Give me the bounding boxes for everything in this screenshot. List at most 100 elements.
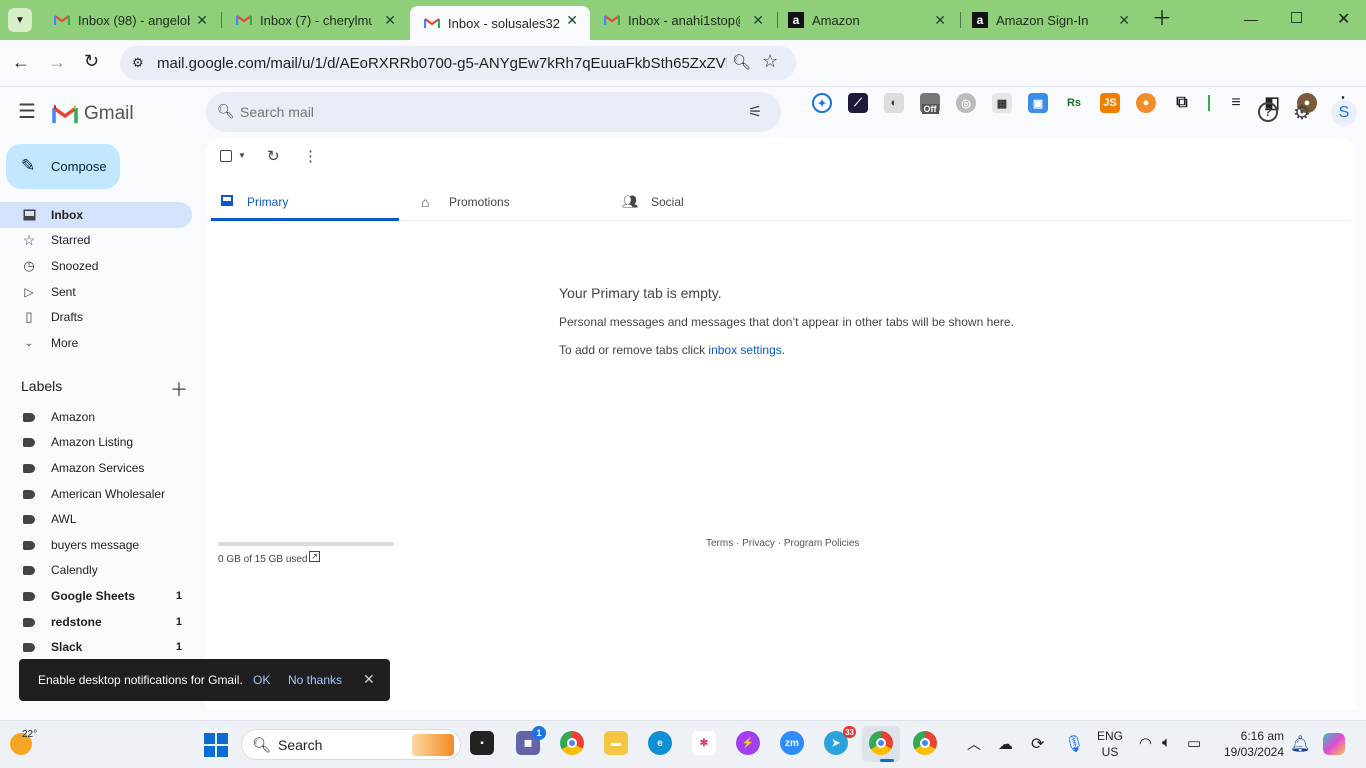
tab-social[interactable]: 👥︎ Social (614, 184, 804, 221)
bookmark-star-icon[interactable]: ☆ (762, 51, 778, 72)
external-link-icon[interactable]: ↗ (309, 551, 320, 562)
label-item[interactable]: Slack 1 (0, 634, 192, 660)
label-item[interactable]: buyers message (0, 532, 192, 558)
extension-blue-icon[interactable]: ▣ (1028, 93, 1048, 113)
extension-1-icon[interactable]: ✦ (812, 93, 832, 113)
reload-button[interactable]: ↻ (84, 51, 99, 72)
more-actions-icon[interactable]: ⋮ (303, 147, 318, 165)
close-window-button[interactable]: ✕ (1337, 9, 1350, 29)
wifi-icon[interactable]: ◠ (1139, 734, 1152, 752)
close-icon[interactable]: ✕ (1118, 12, 1130, 29)
nav-item-snoozed[interactable]: ◷ Snoozed (0, 253, 192, 279)
show-hidden-icons-chevron[interactable]: ︿ (967, 734, 981, 754)
chrome-icon[interactable] (560, 731, 584, 755)
edge-icon[interactable]: e (648, 731, 672, 755)
chrome-profile-2-icon[interactable] (913, 731, 937, 755)
label-item[interactable]: AWL (0, 506, 192, 532)
teams-icon[interactable]: ◼ 1 (516, 726, 546, 755)
qr-extension-icon[interactable]: ▦ (992, 93, 1012, 113)
close-icon[interactable]: ✕ (363, 671, 375, 688)
select-all-checkbox[interactable] (220, 150, 232, 162)
forward-button[interactable]: → (48, 52, 66, 73)
telegram-icon[interactable]: ➤ 33 (824, 726, 856, 755)
messenger-icon[interactable]: ⚡ (736, 731, 760, 755)
orange-extension-icon[interactable]: ● (1136, 93, 1156, 113)
inbox-settings-link[interactable]: inbox settings (708, 343, 781, 357)
puzzle-extensions-icon[interactable]: ⧉ (1172, 93, 1192, 113)
new-tab-button[interactable]: ＋ (1152, 9, 1172, 29)
extension-off-icon[interactable]: Off (920, 93, 940, 114)
sync-icon[interactable]: ⟳ (1031, 734, 1044, 754)
browser-tab-3-active[interactable]: Inbox - solusales32@ ✕ (410, 6, 590, 40)
account-avatar[interactable]: S (1331, 100, 1357, 126)
search-bar[interactable]: 🔍︎ ⚟ (206, 92, 781, 132)
label-item[interactable]: American Wholesaler (0, 481, 192, 507)
tab-promotions[interactable]: ⌂ Promotions (411, 184, 601, 221)
search-icon[interactable]: 🔍︎ (217, 103, 235, 120)
program-policies-link[interactable]: Program Policies (784, 538, 860, 549)
help-icon[interactable]: ? (1258, 102, 1278, 122)
settings-gear-icon[interactable]: ⚙ (1293, 100, 1311, 125)
minimize-button[interactable]: — (1244, 11, 1258, 27)
task-view-icon[interactable]: ▪ (470, 731, 494, 755)
back-button[interactable]: ← (12, 52, 30, 73)
label-item[interactable]: Amazon Services (0, 455, 192, 481)
zoom-icon[interactable]: zm (780, 731, 804, 755)
js-extension-icon[interactable]: JS (1100, 93, 1120, 113)
volume-icon[interactable]: 🔈︎ (1162, 734, 1171, 751)
zoom-search-icon[interactable]: 🔍︎ (732, 53, 751, 71)
site-info-icon[interactable]: ⚙ (132, 55, 144, 71)
close-icon[interactable]: ✕ (196, 12, 208, 29)
search-input[interactable] (240, 100, 720, 124)
nav-item-sent[interactable]: ▷ Sent (0, 279, 192, 305)
label-item[interactable]: Calendly (0, 557, 192, 583)
privacy-link[interactable]: Privacy (742, 538, 775, 549)
language-indicator[interactable]: ENG US (1097, 729, 1123, 759)
snackbar-no-thanks-button[interactable]: No thanks (288, 673, 342, 687)
label-item[interactable]: Google Sheets 1 (0, 583, 192, 609)
add-label-button[interactable]: ＋ (170, 376, 188, 402)
microphone-icon[interactable]: 🎙︎ (1064, 734, 1084, 754)
label-item[interactable]: Amazon (0, 404, 192, 430)
nav-item-more[interactable]: ⌄ More (0, 330, 192, 356)
search-options-icon[interactable]: ⚟ (748, 102, 762, 122)
main-menu-icon[interactable]: ☰ (18, 102, 36, 122)
close-icon[interactable]: ✕ (566, 12, 578, 29)
gmail-logo[interactable]: Gmail (52, 103, 134, 125)
close-icon[interactable]: ✕ (384, 12, 396, 29)
restore-button[interactable] (1291, 12, 1302, 23)
address-bar[interactable]: ⚙ mail.google.com/mail/u/1/d/AEoRXRRb070… (120, 46, 796, 80)
browser-tab-6[interactable]: a Amazon Sign-In ✕ (958, 0, 1142, 40)
browser-tab-4[interactable]: Inbox - anahi1stop@ ✕ (590, 0, 776, 40)
browser-tab-2[interactable]: Inbox (7) - cherylmur ✕ (222, 0, 408, 40)
browser-tab-5[interactable]: a Amazon ✕ (774, 0, 958, 40)
tab-primary[interactable]: Primary (211, 184, 399, 221)
snackbar-ok-button[interactable]: OK (253, 673, 270, 687)
refresh-icon[interactable]: ↻ (267, 147, 280, 165)
copilot-icon[interactable] (1323, 733, 1345, 755)
clock[interactable]: 6:16 am 19/03/2024 (1222, 729, 1284, 759)
close-icon[interactable]: ✕ (934, 12, 946, 29)
taskbar-search-box[interactable]: 🔍︎ Search (241, 729, 461, 760)
battery-icon[interactable]: ▭ (1187, 734, 1201, 752)
tab-search-button[interactable]: ▼ (8, 8, 32, 32)
label-item[interactable]: redstone 1 (0, 609, 192, 635)
select-dropdown-icon[interactable]: ▼ (238, 151, 246, 160)
chrome-profile-icon[interactable] (869, 731, 893, 755)
extension-3-icon[interactable]: ◐ (884, 93, 904, 113)
browser-tab-1[interactable]: Inbox (98) - angeloba ✕ (40, 0, 220, 40)
label-item[interactable]: Amazon Listing (0, 429, 192, 455)
globe-extension-icon[interactable]: ◎ (956, 93, 976, 113)
extension-2-icon[interactable]: ⟋ (848, 93, 868, 113)
slack-icon[interactable]: ✻ (692, 731, 716, 755)
nav-item-drafts[interactable]: ▯ Drafts (0, 304, 192, 330)
terms-link[interactable]: Terms (706, 538, 733, 549)
close-icon[interactable]: ✕ (752, 12, 764, 29)
windows-start-icon[interactable] (204, 733, 228, 757)
nav-item-inbox[interactable]: Inbox (0, 202, 192, 228)
compose-button[interactable]: ✎ Compose (6, 144, 120, 189)
notification-bell-icon[interactable]: 🔔︎ (1290, 734, 1310, 754)
media-control-icon[interactable]: ≡ (1226, 93, 1246, 113)
rs-extension-icon[interactable]: Rs (1064, 93, 1084, 113)
nav-item-starred[interactable]: ☆ Starred (0, 227, 192, 253)
